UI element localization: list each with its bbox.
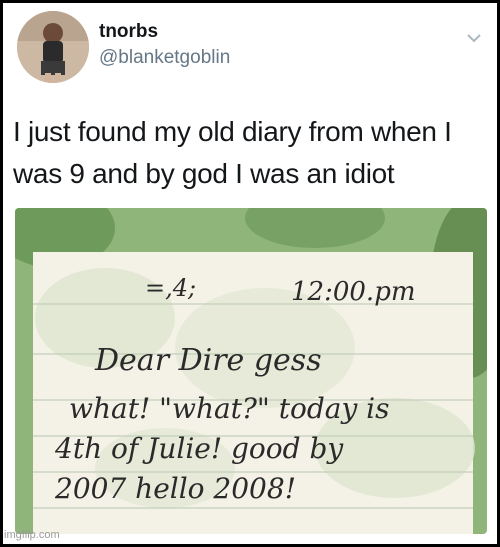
- diary-line: what! "what?" today is: [69, 392, 389, 425]
- diary-page-image: =,4; 12:00.pm Dear Dire gess what! "what…: [15, 208, 487, 534]
- meme-frame: tnorbs @blanketgoblin I just found my ol…: [0, 0, 500, 547]
- tweet-text-line: I just found my old diary from when I: [13, 116, 452, 147]
- tweet-card: tnorbs @blanketgoblin I just found my ol…: [3, 3, 497, 544]
- avatar-image: [17, 11, 89, 83]
- diary-date: =,4;: [145, 274, 196, 302]
- diary-line: 4th of Julie! good by: [54, 432, 344, 465]
- diary-line: 2007 hello 2008!: [54, 472, 296, 505]
- display-name[interactable]: tnorbs: [99, 21, 158, 43]
- diary-time: 12:00.pm: [291, 277, 416, 307]
- avatar[interactable]: [17, 11, 89, 83]
- diary-photo[interactable]: =,4; 12:00.pm Dear Dire gess what! "what…: [15, 208, 487, 534]
- tweet-text: I just found my old diary from when I wa…: [13, 111, 483, 195]
- watermark: imgflip.com: [4, 529, 60, 541]
- tweet-text-line: was 9 and by god I was an idiot: [13, 158, 395, 189]
- diary-line: Dear Dire gess: [94, 343, 322, 378]
- chevron-down-icon[interactable]: [465, 29, 483, 47]
- user-handle[interactable]: @blanketgoblin: [99, 47, 230, 69]
